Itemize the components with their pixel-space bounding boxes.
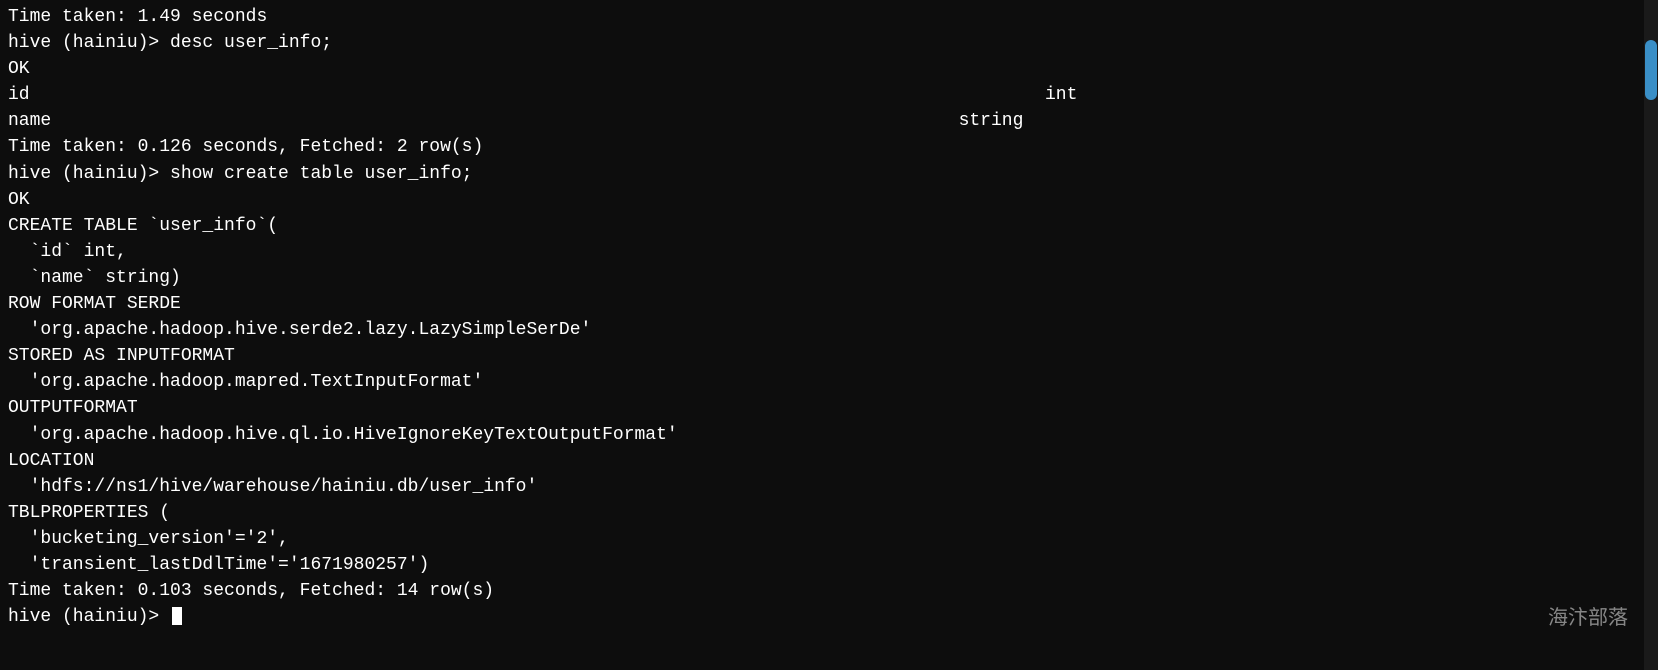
terminal-line: Time taken: 1.49 seconds [8,4,1650,30]
terminal-line: name string [8,108,1650,134]
terminal-line: `name` string) [8,265,1650,291]
scrollbar[interactable] [1644,0,1658,670]
terminal-line: 'org.apache.hadoop.hive.ql.io.HiveIgnore… [8,422,1650,448]
terminal-line: hive (hainiu)> [8,604,1650,630]
terminal-line: hive (hainiu)> desc user_info; [8,30,1650,56]
terminal-line: STORED AS INPUTFORMAT [8,343,1650,369]
terminal-line: OUTPUTFORMAT [8,395,1650,421]
watermark-text: 海汴部落 [1548,601,1628,630]
terminal-line: OK [8,187,1650,213]
terminal-line: Time taken: 0.103 seconds, Fetched: 14 r… [8,578,1650,604]
terminal-line: `id` int, [8,239,1650,265]
terminal-line: 'bucketing_version'='2', [8,526,1650,552]
terminal-line: 'org.apache.hadoop.hive.serde2.lazy.Lazy… [8,317,1650,343]
terminal-line: Time taken: 0.126 seconds, Fetched: 2 ro… [8,134,1650,160]
terminal-cursor [172,607,182,625]
terminal-window[interactable]: Time taken: 1.49 secondshive (hainiu)> d… [0,0,1658,670]
terminal-line: id int [8,82,1650,108]
scrollbar-thumb[interactable] [1645,40,1657,100]
terminal-line: 'org.apache.hadoop.mapred.TextInputForma… [8,369,1650,395]
terminal-line: OK [8,56,1650,82]
terminal-line: 'transient_lastDdlTime'='1671980257') [8,552,1650,578]
terminal-output: Time taken: 1.49 secondshive (hainiu)> d… [8,4,1650,630]
terminal-line: TBLPROPERTIES ( [8,500,1650,526]
terminal-line: 'hdfs://ns1/hive/warehouse/hainiu.db/use… [8,474,1650,500]
terminal-line: LOCATION [8,448,1650,474]
terminal-line: ROW FORMAT SERDE [8,291,1650,317]
terminal-line: CREATE TABLE `user_info`( [8,213,1650,239]
terminal-line: hive (hainiu)> show create table user_in… [8,161,1650,187]
